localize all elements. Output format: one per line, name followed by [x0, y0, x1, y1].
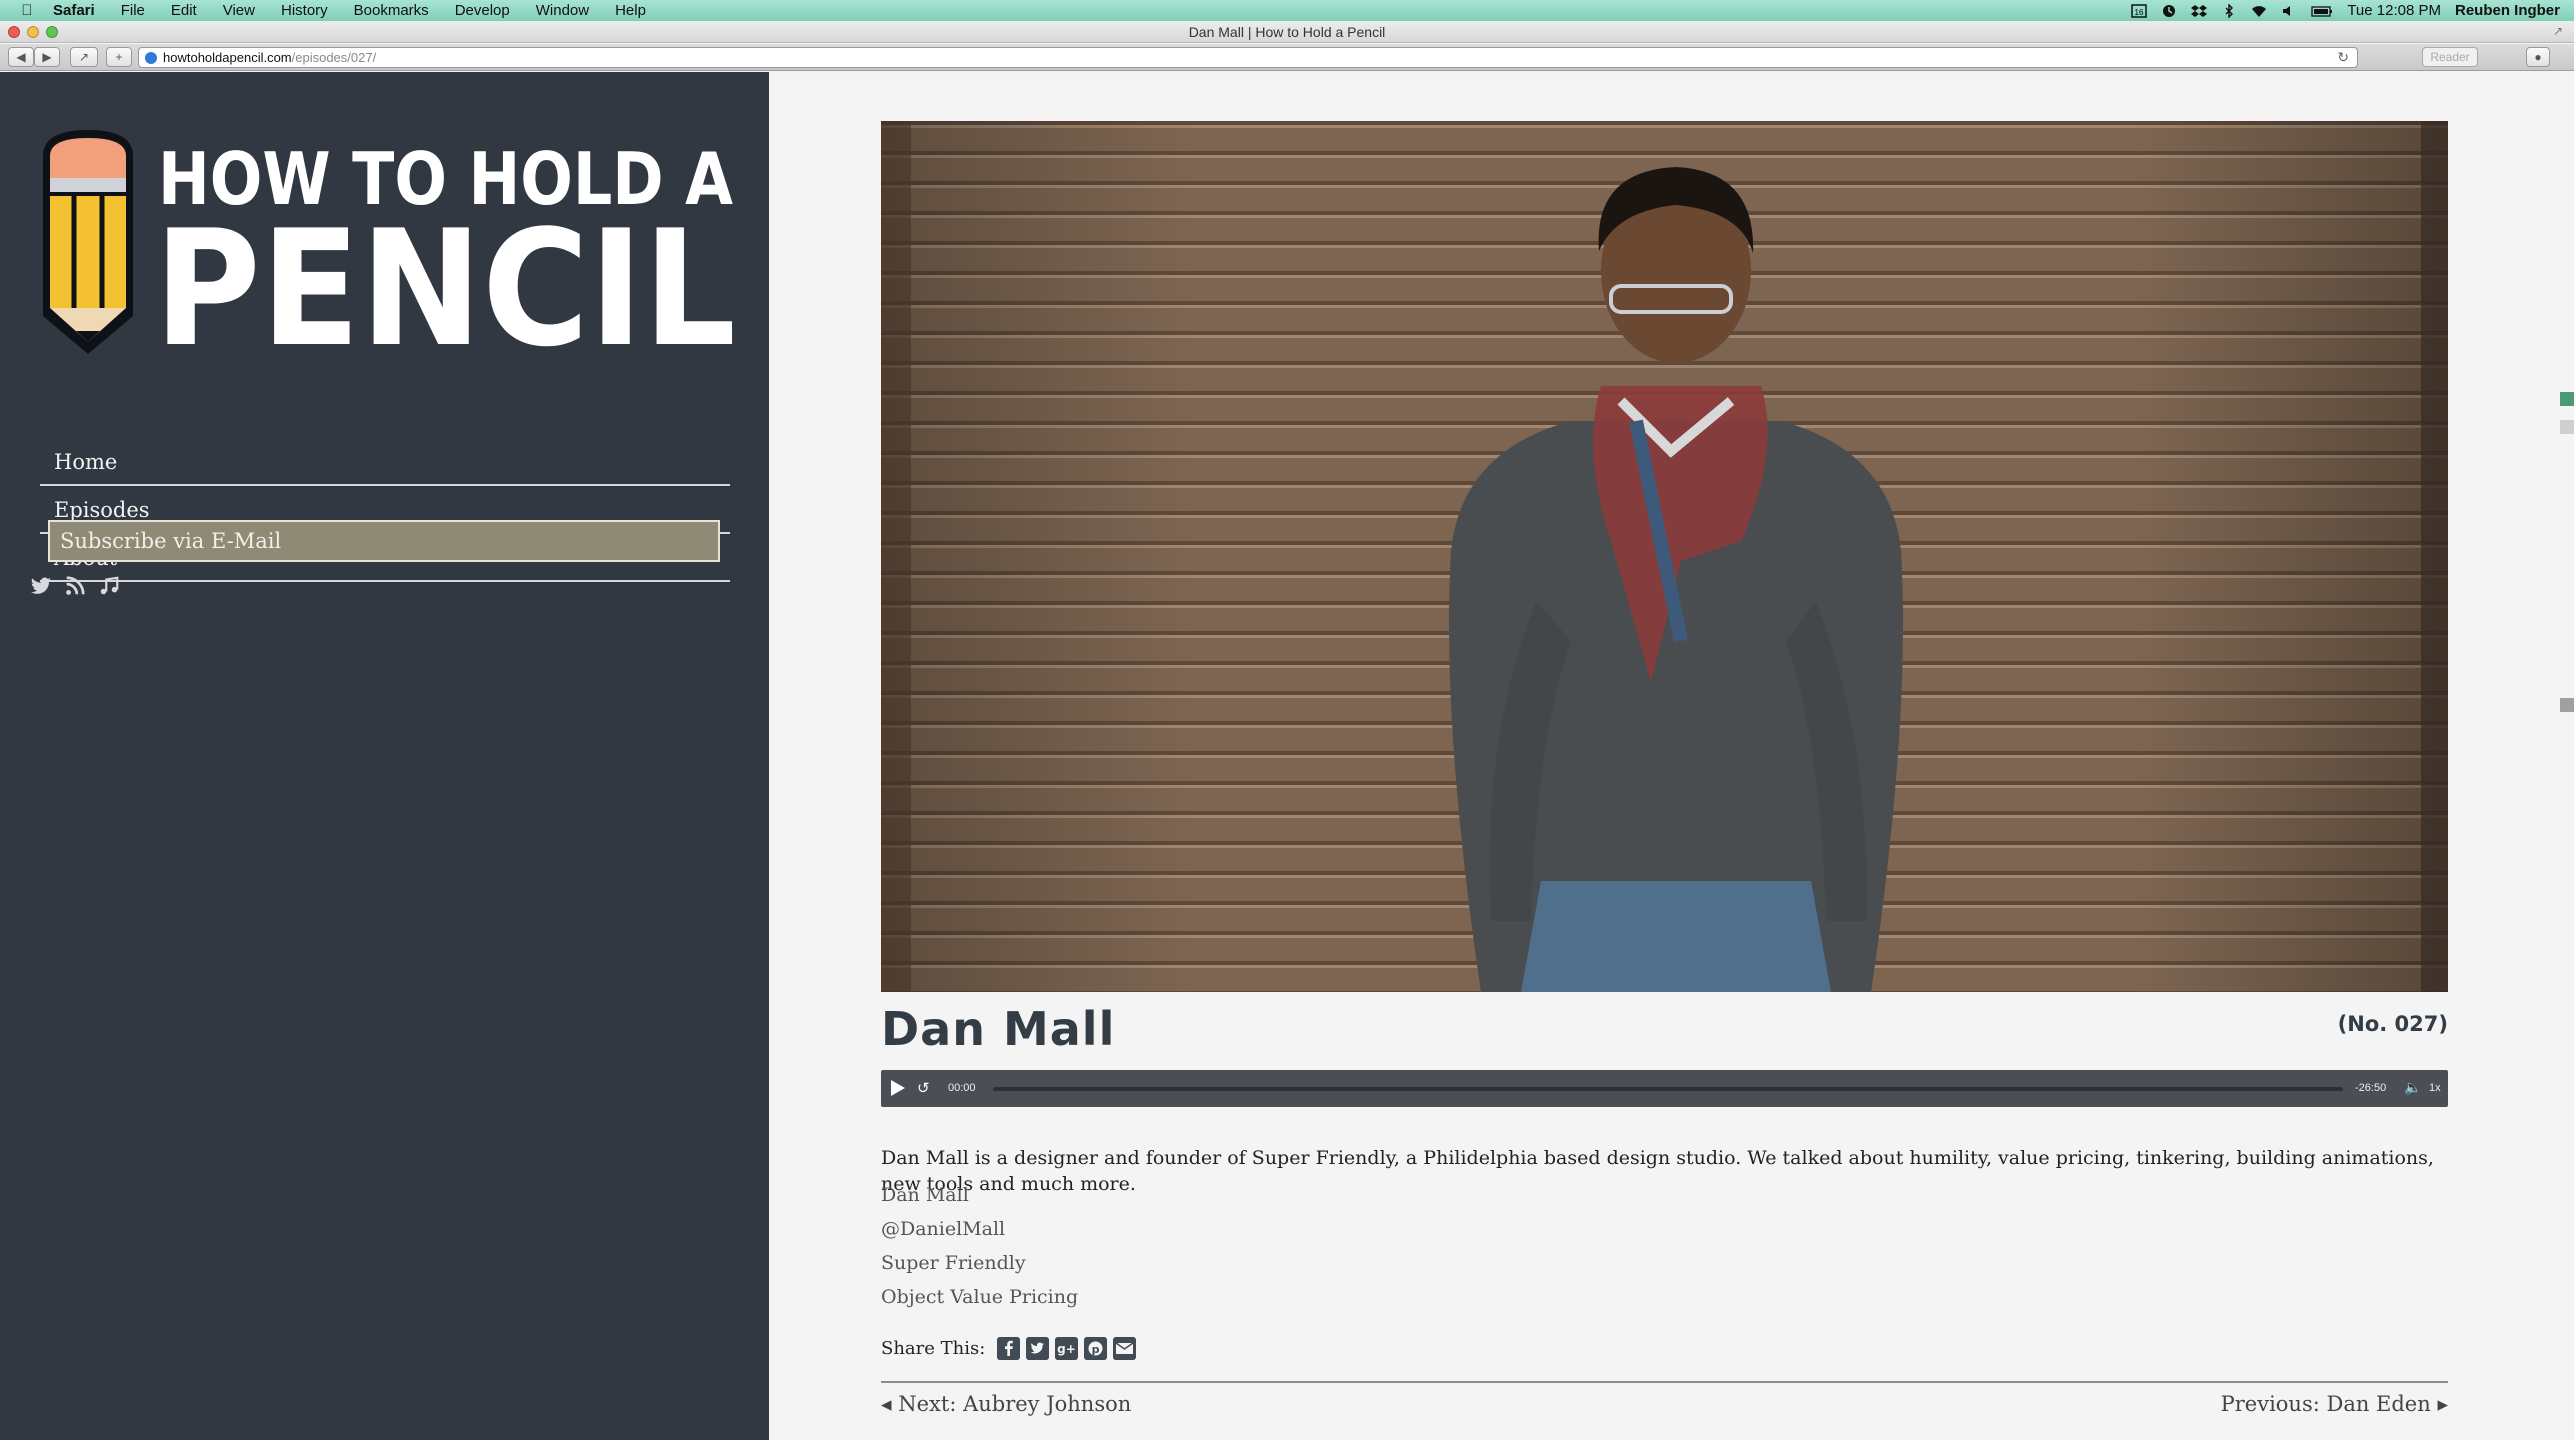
svg-text:16: 16 [2135, 8, 2144, 17]
window-titlebar: Dan Mall | How to Hold a Pencil ↗ [0, 21, 2574, 43]
link-dan-mall[interactable]: Dan Mall [881, 1178, 1078, 1212]
pencil-icon [43, 130, 133, 354]
reader-button[interactable]: Reader [2422, 47, 2478, 67]
guest-photo [881, 121, 2448, 992]
browser-toolbar: ◀ ▶ ↗ + howtoholdapencil.com /episodes/0… [0, 44, 2574, 71]
forward-button[interactable]: ▶ [34, 47, 60, 67]
rss-icon[interactable] [64, 574, 86, 598]
next-episode-link[interactable]: ◂ Next: Aubrey Johnson [881, 1392, 1131, 1416]
globe-icon [145, 51, 157, 64]
clock-text[interactable]: Tue 12:08 PM [2347, 2, 2441, 19]
current-time: 00:00 [948, 1082, 976, 1094]
user-name[interactable]: Reuben Ingber [2455, 2, 2560, 19]
new-tab-button[interactable]: + [106, 47, 132, 67]
bluetooth-icon[interactable] [2221, 3, 2237, 18]
remaining-time: -26:50 [2355, 1082, 2387, 1094]
overflow-marker [2560, 420, 2574, 434]
site-logo[interactable]: HOW TO HOLD A PENCIL [40, 126, 740, 426]
social-links [30, 574, 120, 598]
link-object-value-pricing[interactable]: Object Value Pricing [881, 1280, 1078, 1314]
calendar-icon[interactable]: 16 [2131, 3, 2148, 18]
menu-bookmarks[interactable]: Bookmarks [341, 0, 442, 21]
close-button[interactable] [8, 26, 20, 38]
overflow-marker [2560, 698, 2574, 712]
menu-edit[interactable]: Edit [158, 0, 210, 21]
progress-track[interactable] [993, 1087, 2343, 1091]
audio-player: ↺ 00:00 -26:50 🔈 1x [881, 1070, 2448, 1107]
svg-text:g+: g+ [1057, 1342, 1076, 1356]
menu-help[interactable]: Help [602, 0, 659, 21]
episode-title: Dan Mall [881, 1002, 1116, 1056]
url-path: /episodes/027/ [291, 50, 377, 65]
share-label: Share This: [881, 1338, 986, 1359]
pinterest-icon[interactable]: p [1084, 1337, 1108, 1360]
fullscreen-icon[interactable]: ↗ [2552, 25, 2564, 37]
next-episode-label: Next: Aubrey Johnson [898, 1392, 1132, 1416]
share-bar: Share This: g+ p [881, 1337, 1137, 1360]
reload-icon[interactable]: ↻ [2337, 49, 2349, 66]
address-bar[interactable]: howtoholdapencil.com /episodes/027/ ↻ [138, 47, 2358, 68]
pager-divider [881, 1381, 2448, 1383]
menu-develop[interactable]: Develop [442, 0, 523, 21]
apple-icon[interactable]:  [14, 2, 40, 19]
main-content: Dan Mall (No. 027) ↺ 00:00 -26:50 🔈 1x D… [769, 72, 2554, 1440]
battery-icon[interactable] [2311, 4, 2333, 18]
caret-left-icon: ◂ [881, 1392, 892, 1416]
rewind-icon[interactable]: ↺ [917, 1079, 930, 1097]
menu-file[interactable]: File [108, 0, 158, 21]
previous-episode-link[interactable]: Previous: Dan Eden ▸ [2221, 1392, 2448, 1416]
dropbox-icon[interactable] [2191, 4, 2208, 18]
email-icon[interactable] [1113, 1337, 1137, 1360]
menu-bar:  Safari File Edit View History Bookmark… [0, 0, 2574, 21]
window-controls [8, 26, 58, 38]
menu-view[interactable]: View [210, 0, 268, 21]
menu-history[interactable]: History [268, 0, 341, 21]
menu-window[interactable]: Window [523, 0, 602, 21]
menu-safari[interactable]: Safari [40, 0, 108, 21]
menu-items: Safari File Edit View History Bookmarks … [40, 0, 659, 21]
right-edge-overflow [2554, 72, 2574, 1440]
status-area: 16 Tue 12:08 PM Reuben Ingber [2131, 0, 2560, 21]
url-host: howtoholdapencil.com [163, 50, 292, 65]
speed-button[interactable]: 1x [2429, 1082, 2441, 1094]
link-super-friendly[interactable]: Super Friendly [881, 1246, 1078, 1280]
music-note-icon[interactable] [98, 574, 120, 598]
link-danielmall[interactable]: @DanielMall [881, 1212, 1078, 1246]
previous-episode-label: Previous: Dan Eden [2220, 1392, 2431, 1416]
twitter-icon[interactable] [30, 574, 52, 598]
volume-icon[interactable] [2281, 4, 2297, 18]
episode-number: (No. 027) [2337, 1012, 2448, 1036]
overflow-marker [2560, 392, 2574, 406]
minimize-button[interactable] [27, 26, 39, 38]
back-button[interactable]: ◀ [8, 47, 34, 67]
subscribe-email-button[interactable]: Subscribe via E-Mail [48, 520, 720, 562]
sidebar: HOW TO HOLD A PENCIL Home Episodes About… [0, 72, 769, 1440]
play-button[interactable] [891, 1080, 905, 1096]
svg-text:p: p [1092, 1343, 1100, 1356]
downloads-button[interactable]: ● [2526, 47, 2550, 67]
facebook-icon[interactable] [997, 1337, 1021, 1360]
nav-home[interactable]: Home [40, 438, 730, 486]
volume-icon[interactable]: 🔈 [2404, 1079, 2421, 1096]
twitter-icon[interactable] [1026, 1337, 1050, 1360]
logo-line-2: PENCIL [154, 195, 736, 382]
zoom-button[interactable] [46, 26, 58, 38]
wifi-icon[interactable] [2251, 4, 2267, 18]
episode-links: Dan Mall @DanielMall Super Friendly Obje… [881, 1178, 1078, 1314]
episode-description: Dan Mall is a designer and founder of Su… [881, 1147, 2434, 1195]
caret-right-icon: ▸ [2437, 1392, 2448, 1416]
window-title: Dan Mall | How to Hold a Pencil [1188, 24, 1386, 40]
share-button[interactable]: ↗ [70, 47, 98, 67]
time-machine-icon[interactable] [2161, 4, 2177, 18]
google-plus-icon[interactable]: g+ [1055, 1337, 1079, 1360]
